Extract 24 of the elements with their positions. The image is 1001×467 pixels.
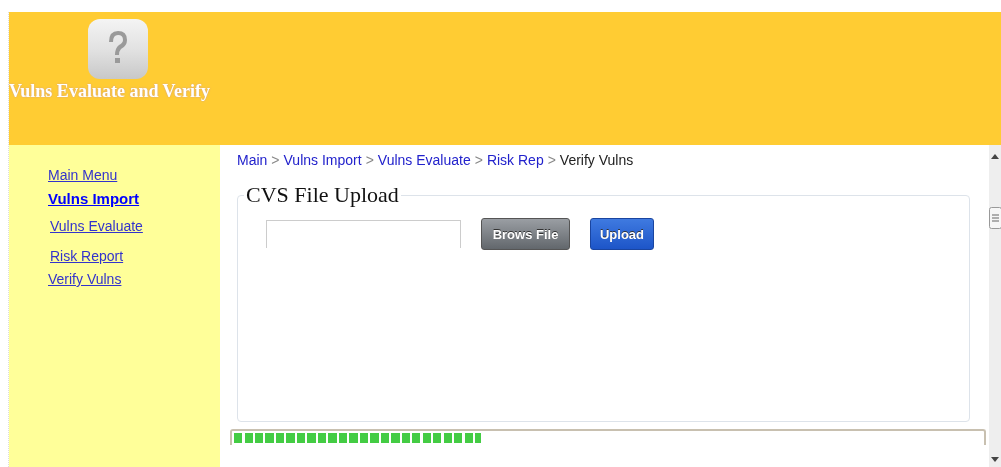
browse-button[interactable]: Brows File (481, 218, 570, 250)
breadcrumb-link[interactable]: Vulns Evaluate (377, 152, 471, 168)
breadcrumb-link[interactable]: Risk Rep (486, 152, 544, 168)
sidebar-link[interactable]: Main Menu (48, 167, 118, 183)
breadcrumb-separator: > (547, 152, 556, 168)
app-title: Vulns Evaluate and Verify (9, 81, 210, 102)
help-icon (87, 18, 149, 80)
breadcrumb-separator: > (271, 152, 280, 168)
panel-title: CVS File Upload (245, 182, 400, 208)
breadcrumb-separator: > (474, 152, 483, 168)
breadcrumb-separator: > (365, 152, 374, 168)
file-field[interactable] (266, 220, 461, 248)
scroll-up-icon[interactable] (990, 153, 1000, 159)
breadcrumb-current: Verify Vulns (559, 152, 634, 168)
scroll-thumb-icon[interactable] (989, 207, 1001, 229)
breadcrumb-link[interactable]: Main (237, 152, 268, 168)
sidebar-link[interactable]: Vulns Evaluate (50, 218, 143, 234)
breadcrumb-link[interactable]: Vulns Import (283, 152, 362, 168)
upload-button[interactable]: Upload (590, 218, 654, 250)
scroll-down-icon[interactable] (990, 457, 1000, 463)
scrollbar[interactable] (989, 145, 1001, 467)
sidebar-link[interactable]: Verify Vulns (48, 271, 122, 287)
sidebar-link[interactable]: Vulns Import (48, 190, 140, 207)
sidebar-link[interactable]: Risk Report (50, 248, 124, 264)
